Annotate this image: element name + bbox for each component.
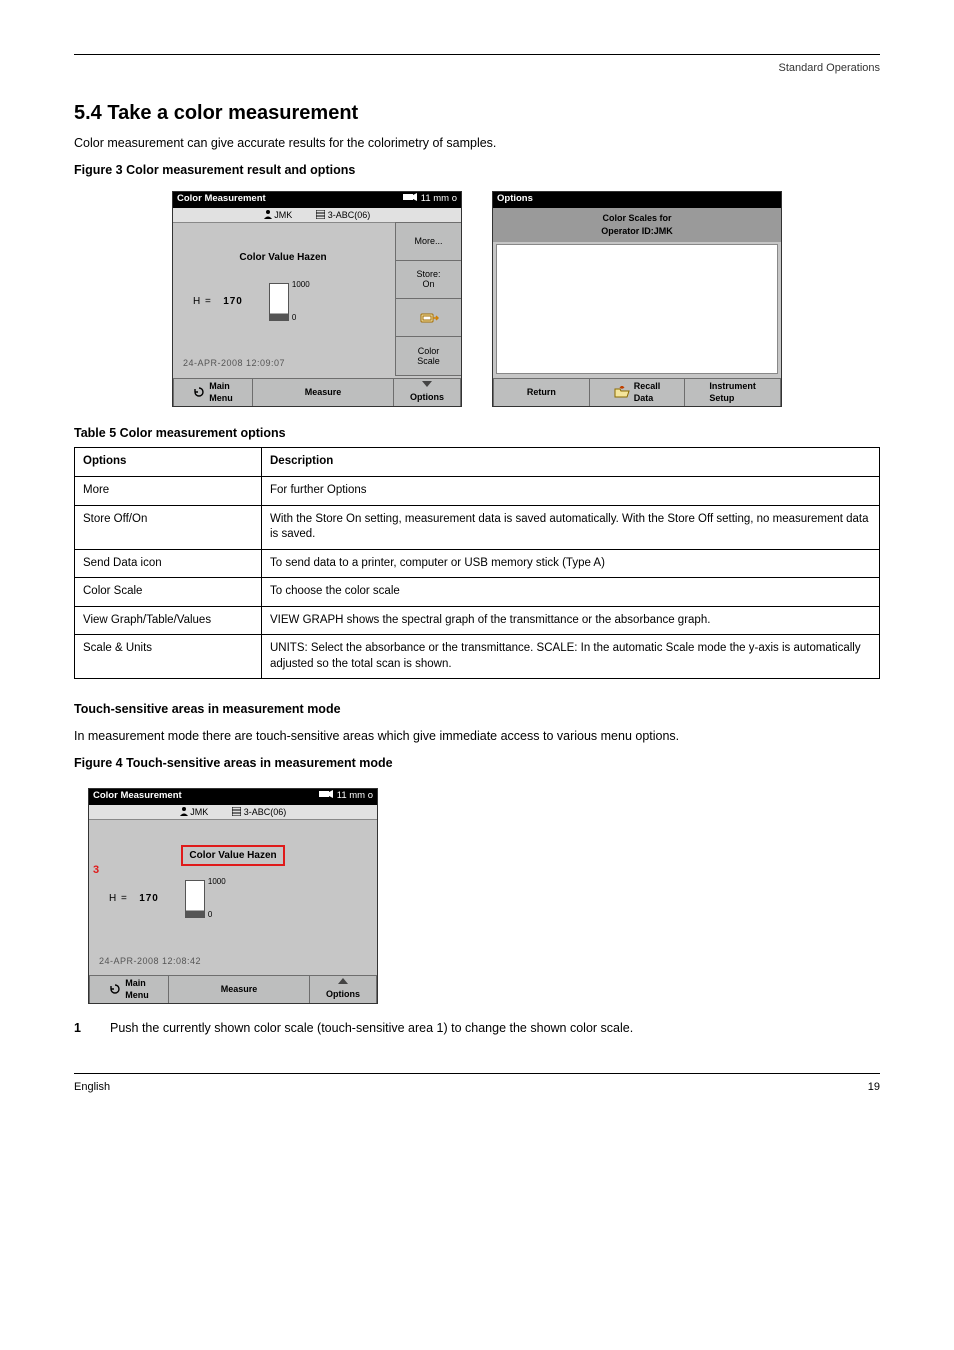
color-scale-button[interactable]: Color Scale	[395, 337, 461, 375]
table5-caption: Table 5 Color measurement options	[74, 425, 880, 442]
operator-id: JMK	[264, 209, 293, 221]
measure-button[interactable]: Measure	[253, 378, 394, 406]
touch-areas-panel: Color Measurement 11 mm o JMK 3-ABC(06)	[88, 788, 378, 1004]
table-row: View Graph/Table/ValuesVIEW GRAPH shows …	[75, 606, 880, 635]
cell-icon	[403, 192, 417, 207]
measure-button[interactable]: Measure	[169, 975, 310, 1003]
figure3-caption: Figure 3 Color measurement result and op…	[74, 162, 880, 179]
section-heading: 5.4 Take a color measurement	[74, 100, 880, 127]
send-data-button[interactable]	[395, 299, 461, 337]
sample-id: 3-ABC(06)	[232, 806, 286, 818]
table-row: Scale & UnitsUNITS: Select the absorbanc…	[75, 635, 880, 679]
cell-icon	[319, 789, 333, 804]
instrument-setup-button[interactable]: Instrument Setup	[685, 378, 781, 406]
color-value-heading[interactable]: Color Value Hazen	[232, 248, 333, 268]
value-gauge: H = 170 1000 0	[173, 280, 387, 324]
chevron-up-icon	[338, 978, 348, 984]
undo-icon	[193, 386, 205, 398]
send-data-icon	[419, 310, 439, 326]
return-button[interactable]: Return	[493, 378, 590, 406]
panel-title: Options	[497, 193, 533, 206]
status-text: 11 mm o	[421, 193, 457, 206]
timestamp: 24-APR-2008 12:09:07	[183, 357, 285, 369]
options-subhead-line1: Color Scales for	[602, 212, 671, 224]
table-row: Color ScaleTo choose the color scale	[75, 578, 880, 607]
undo-icon	[109, 983, 121, 995]
options-panel: Options Color Scales for Operator ID:JMK…	[492, 191, 782, 407]
status-text: 11 mm o	[337, 790, 373, 803]
main-menu-button[interactable]: Main Menu	[89, 975, 169, 1003]
options-list-area	[496, 244, 778, 374]
operator-id: JMK	[180, 806, 209, 818]
chevron-down-icon	[422, 381, 432, 387]
running-head: Standard Operations	[74, 61, 880, 76]
figure4-caption: Figure 4 Touch-sensitive areas in measur…	[74, 755, 880, 772]
touch-areas-heading: Touch-sensitive areas in measurement mod…	[74, 701, 880, 718]
panel-title: Color Measurement	[177, 193, 266, 206]
table-header: Description	[262, 448, 880, 477]
options-button[interactable]: Options	[394, 378, 461, 406]
store-toggle[interactable]: Store: On	[395, 261, 461, 299]
main-menu-button[interactable]: Main Menu	[173, 378, 253, 406]
options-table: Options Description MoreFor further Opti…	[74, 447, 880, 679]
color-measurement-panel: Color Measurement 11 mm o JMK 3-ABC(06)	[172, 191, 462, 407]
color-value-heading[interactable]: Color Value Hazen	[181, 845, 284, 867]
table-row: MoreFor further Options	[75, 476, 880, 505]
timestamp: 24-APR-2008 12:08:42	[99, 955, 201, 967]
value-gauge: H = 170 1000 0	[89, 877, 371, 921]
table-row: Send Data iconTo send data to a printer,…	[75, 549, 880, 578]
options-button[interactable]: Options	[310, 975, 377, 1003]
footer-right: 19	[868, 1080, 880, 1095]
intro-paragraph: Color measurement can give accurate resu…	[74, 135, 880, 152]
step-1: 1 Push the currently shown color scale (…	[74, 1020, 880, 1037]
more-button[interactable]: More...	[395, 222, 461, 261]
callout-3: 3	[93, 863, 99, 878]
table-row: Store Off/OnWith the Store On setting, m…	[75, 505, 880, 549]
options-subhead-line2: Operator ID:JMK	[601, 225, 673, 237]
footer-left: English	[74, 1080, 110, 1095]
folder-open-icon	[614, 386, 630, 398]
touch-areas-paragraph: In measurement mode there are touch-sens…	[74, 728, 880, 745]
panel-title: Color Measurement	[93, 790, 182, 803]
sample-id: 3-ABC(06)	[316, 209, 370, 221]
recall-data-button[interactable]: Recall Data	[590, 378, 686, 406]
table-header: Options	[75, 448, 262, 477]
